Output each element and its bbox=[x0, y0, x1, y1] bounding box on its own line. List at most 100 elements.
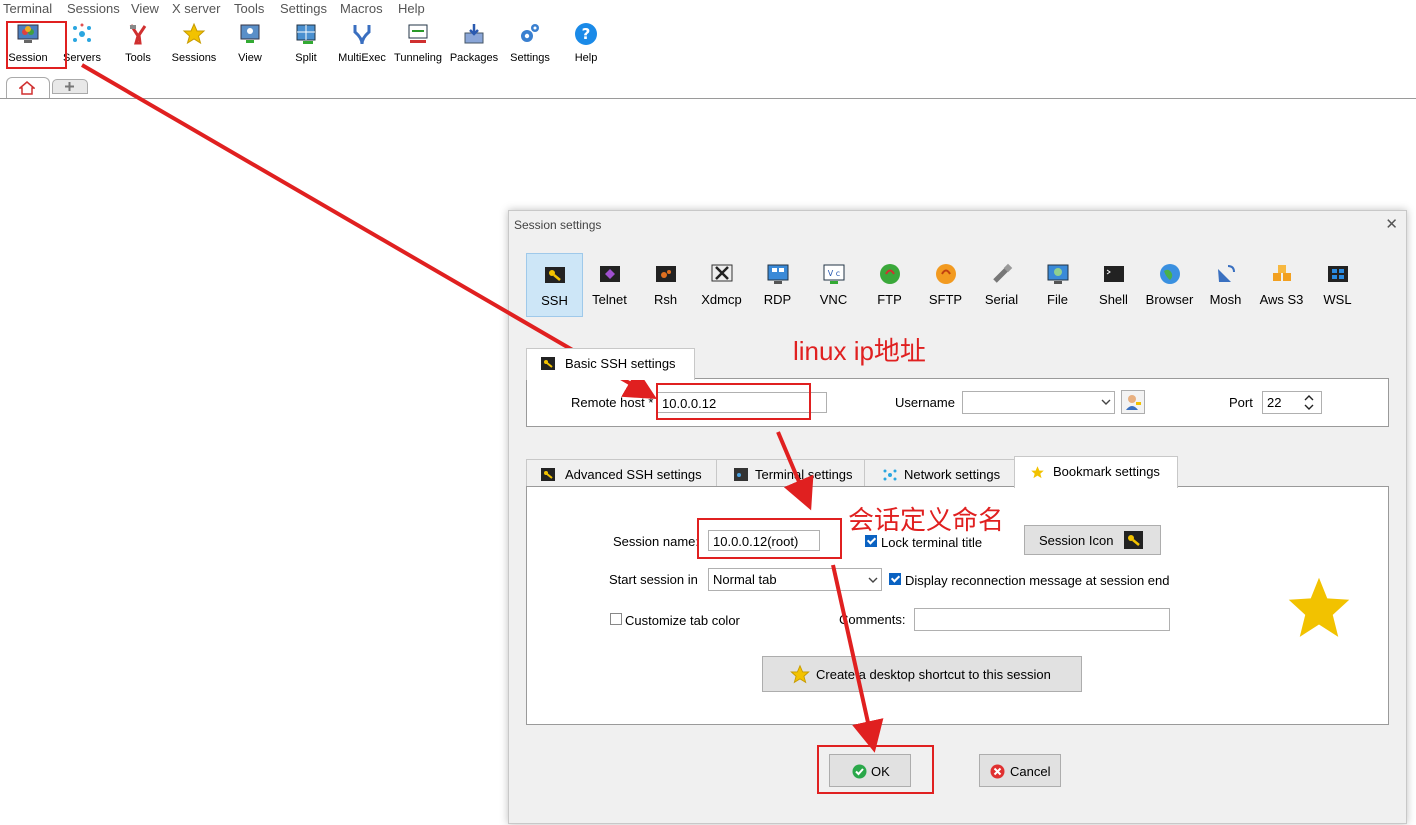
menu-terminal[interactable]: Terminal bbox=[3, 1, 52, 16]
toolbar-split-button[interactable]: Split bbox=[278, 20, 334, 68]
protocol-rsh-label: Rsh bbox=[653, 292, 678, 307]
username-select[interactable] bbox=[962, 391, 1115, 414]
svg-text:?: ? bbox=[582, 25, 591, 43]
tab-bookmark-settings[interactable]: Bookmark settings bbox=[1014, 456, 1178, 488]
display-reconnection-checkbox[interactable] bbox=[889, 573, 901, 585]
customize-tab-color-checkbox[interactable] bbox=[610, 613, 622, 625]
help-icon: ? bbox=[575, 23, 597, 45]
protocol-xdmcp-label: Xdmcp bbox=[701, 292, 742, 307]
globe-icon bbox=[1159, 264, 1180, 284]
key-icon bbox=[1124, 531, 1143, 549]
protocol-vnc[interactable]: V c VNC bbox=[806, 253, 861, 315]
protocol-sftp-label: SFTP bbox=[928, 292, 963, 307]
servers-icon bbox=[73, 23, 91, 42]
annotation-session-name-note: 会话定义命名 bbox=[848, 505, 1005, 535]
protocol-telnet-label: Telnet bbox=[592, 292, 627, 307]
toolbar-sessions-label: Sessions bbox=[171, 52, 217, 64]
tab-network-settings[interactable]: Network settings bbox=[864, 459, 1016, 488]
menu-help[interactable]: Help bbox=[398, 1, 425, 16]
menu-view[interactable]: View bbox=[131, 1, 159, 16]
spin-arrows-icon[interactable] bbox=[1304, 394, 1314, 411]
split-icon bbox=[296, 24, 316, 44]
serial-icon bbox=[992, 263, 1012, 283]
comments-input[interactable] bbox=[914, 608, 1170, 631]
protocol-ftp-label: FTP bbox=[877, 292, 902, 307]
tunneling-icon bbox=[408, 24, 428, 43]
session-icon-button[interactable]: Session Icon bbox=[1024, 525, 1161, 555]
toolbar-multiexec-button[interactable]: MultiExec bbox=[334, 20, 390, 68]
protocol-rdp[interactable]: RDP bbox=[750, 253, 805, 315]
protocol-file[interactable]: File bbox=[1030, 253, 1085, 315]
ftp-icon bbox=[879, 264, 900, 284]
star-icon bbox=[182, 22, 206, 45]
multiexec-icon bbox=[353, 25, 371, 45]
tab-terminal-settings[interactable]: Terminal settings bbox=[716, 459, 866, 488]
protocol-xdmcp[interactable]: Xdmcp bbox=[694, 253, 749, 315]
tab-basic-ssh-label: Basic SSH settings bbox=[565, 356, 676, 371]
toolbar-settings-button[interactable]: Settings bbox=[502, 20, 558, 68]
protocol-vnc-label: VNC bbox=[819, 292, 848, 307]
rsh-icon bbox=[655, 266, 676, 282]
protocol-browser[interactable]: Browser bbox=[1142, 253, 1197, 315]
menu-macros[interactable]: Macros bbox=[340, 1, 383, 16]
key-icon bbox=[544, 267, 565, 283]
start-session-select[interactable]: Normal tab bbox=[708, 568, 882, 591]
protocol-shell[interactable]: Shell bbox=[1086, 253, 1141, 315]
toolbar-tools-button[interactable]: Tools bbox=[110, 20, 166, 68]
protocol-shell-label: Shell bbox=[1099, 292, 1128, 307]
annotation-box-ok bbox=[817, 745, 934, 794]
remote-host-label: Remote host * bbox=[571, 395, 654, 410]
toolbar-view-button[interactable]: View bbox=[222, 20, 278, 68]
chevron-down-icon bbox=[868, 577, 878, 583]
protocol-wsl[interactable]: WSL bbox=[1310, 253, 1365, 315]
menu-x-server[interactable]: X server bbox=[172, 1, 220, 16]
protocol-serial[interactable]: Serial bbox=[974, 253, 1029, 315]
close-icon[interactable]: ✕ bbox=[1385, 215, 1398, 233]
satellite-icon bbox=[1217, 265, 1235, 282]
protocol-rsh[interactable]: Rsh bbox=[638, 253, 693, 315]
desktop-shortcut-button[interactable]: Create a desktop shortcut to this sessio… bbox=[762, 656, 1082, 692]
tab-terminal-label: Terminal settings bbox=[755, 467, 853, 482]
protocol-mosh[interactable]: Mosh bbox=[1198, 253, 1253, 315]
star-icon bbox=[790, 664, 810, 684]
user-manager-button[interactable] bbox=[1121, 390, 1145, 414]
user-icon bbox=[1126, 395, 1141, 410]
key-icon bbox=[541, 357, 555, 370]
protocol-aws-s3[interactable]: Aws S3 bbox=[1254, 253, 1309, 315]
protocol-sftp[interactable]: SFTP bbox=[918, 253, 973, 315]
tab-advanced-ssh-settings[interactable]: Advanced SSH settings bbox=[526, 459, 718, 488]
tab-bar-divider bbox=[0, 98, 1416, 99]
home-icon bbox=[19, 81, 35, 95]
toolbar-tunneling-button[interactable]: Tunneling bbox=[390, 20, 446, 68]
sftp-icon bbox=[935, 264, 956, 284]
home-tab[interactable] bbox=[6, 77, 50, 99]
new-tab-button[interactable] bbox=[52, 79, 88, 94]
protocol-mosh-label: Mosh bbox=[1209, 292, 1242, 307]
toolbar-sessions-button[interactable]: Sessions bbox=[166, 20, 222, 68]
menu-sessions[interactable]: Sessions bbox=[67, 1, 120, 16]
tab-network-label: Network settings bbox=[904, 467, 1001, 482]
toolbar-view-label: View bbox=[238, 52, 262, 64]
protocol-ssh[interactable]: SSH bbox=[526, 253, 583, 317]
vnc-icon: V c bbox=[823, 264, 844, 284]
annotation-box-session bbox=[6, 21, 67, 69]
tab-basic-ssh-settings[interactable]: Basic SSH settings bbox=[526, 348, 695, 380]
menu-tools[interactable]: Tools bbox=[234, 1, 264, 16]
menu-settings[interactable]: Settings bbox=[280, 1, 327, 16]
protocol-ftp[interactable]: FTP bbox=[862, 253, 917, 315]
telnet-icon bbox=[599, 266, 620, 282]
protocol-telnet[interactable]: Telnet bbox=[582, 253, 637, 315]
gear-icon bbox=[521, 24, 539, 42]
xdmcp-icon bbox=[711, 264, 732, 282]
chevron-down-icon bbox=[1101, 399, 1111, 405]
username-label: Username bbox=[895, 395, 955, 410]
toolbar-multiexec-label: MultiExec bbox=[338, 52, 386, 64]
toolbar-tools-label: Tools bbox=[125, 52, 151, 64]
terminal-icon bbox=[734, 468, 748, 481]
tools-icon bbox=[129, 24, 147, 45]
shell-icon bbox=[1103, 266, 1124, 282]
toolbar-help-button[interactable]: ? Help bbox=[558, 20, 614, 68]
cancel-button[interactable]: Cancel bbox=[979, 754, 1061, 787]
display-reconnection-label: Display reconnection message at session … bbox=[905, 573, 1170, 588]
toolbar-packages-button[interactable]: Packages bbox=[446, 20, 502, 68]
